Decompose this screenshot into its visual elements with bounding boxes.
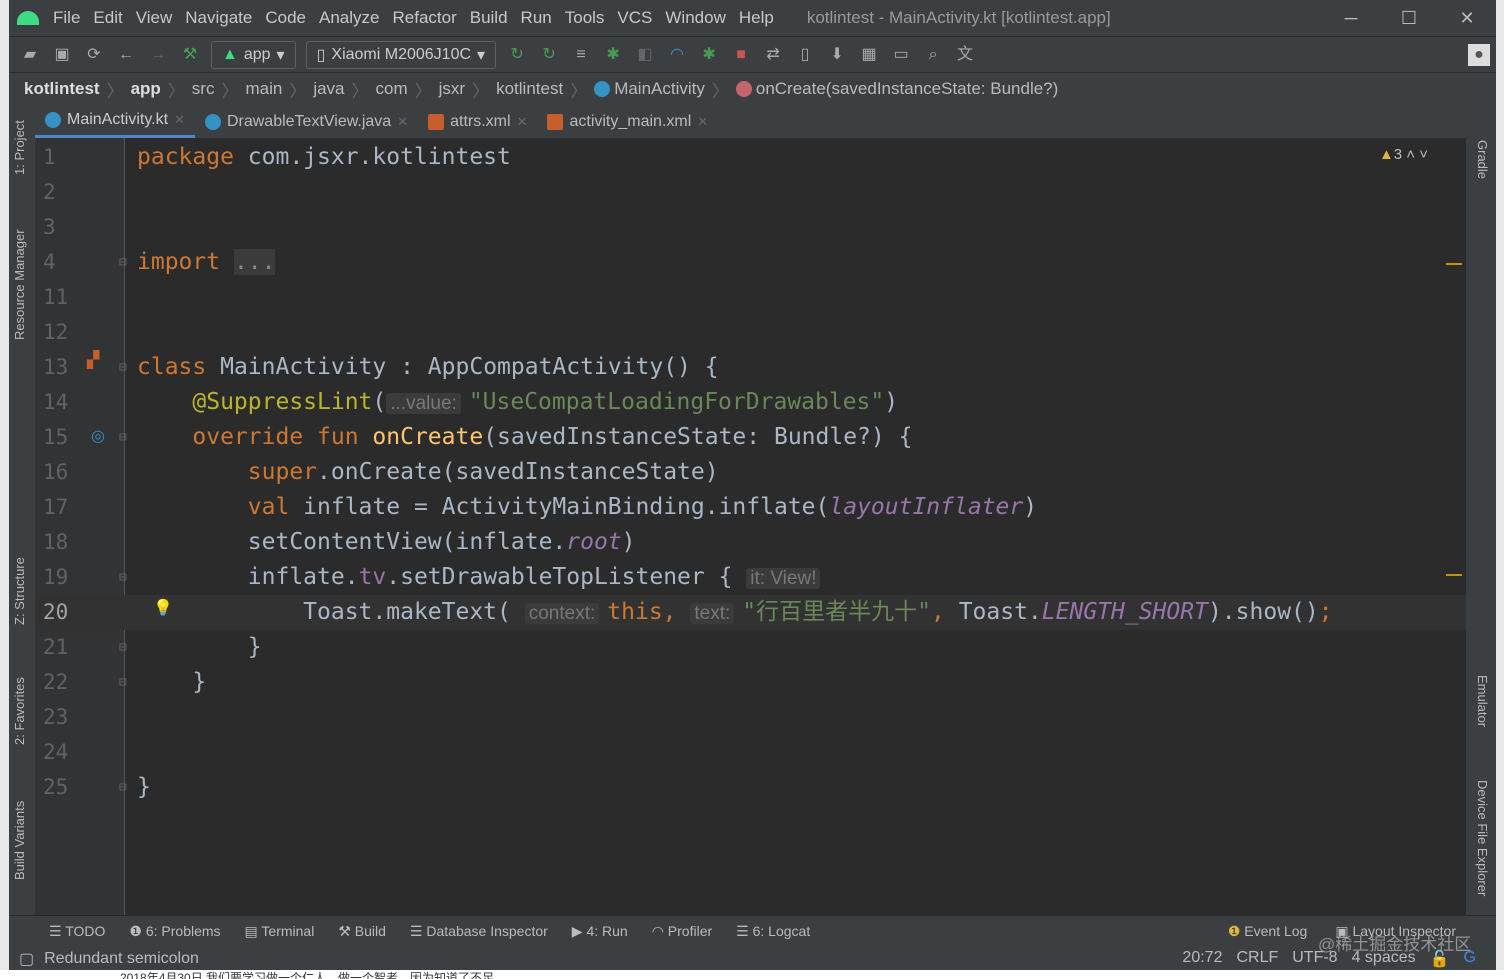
apply-changes-icon[interactable]: ↻ — [506, 44, 528, 66]
window-title: kotlintest - MainActivity.kt [kotlintest… — [806, 8, 1111, 27]
menu-vcs[interactable]: VCS — [617, 8, 652, 27]
maximize-button[interactable]: ☐ — [1380, 0, 1438, 36]
breadcrumb-item[interactable]: src — [192, 79, 215, 99]
attach-debugger-icon[interactable]: ✱ — [698, 44, 720, 66]
chevron-down-icon: ▾ — [276, 46, 285, 64]
menu-refactor[interactable]: Refactor — [392, 8, 456, 27]
search-icon[interactable]: ⌕ — [922, 44, 944, 66]
main-toolbar: ▰ ▣ ⟳ ← → ⚒ ▲ app ▾ ▯ Xiaomi M2006J10C ▾ ↻ ↻… — [9, 36, 1496, 73]
watermark: @稀土掘金技术社区 — [1318, 935, 1472, 954]
menu-view[interactable]: View — [136, 8, 173, 27]
breadcrumb-item[interactable]: com — [376, 79, 408, 99]
breadcrumb-item[interactable]: java — [313, 79, 344, 99]
breadcrumb-separator-icon: 〉 — [472, 81, 490, 101]
stop-icon[interactable]: ■ — [730, 44, 752, 66]
menu-bar: File Edit View Navigate Code Analyze Refactor B… — [53, 8, 787, 28]
android-icon: ▲ — [222, 45, 238, 63]
breadcrumb-separator-icon: 〉 — [414, 81, 432, 101]
kotlin-class-icon — [594, 81, 611, 97]
build-hammer-icon[interactable]: ⚒ — [179, 44, 201, 66]
menu-build[interactable]: Build — [470, 8, 508, 27]
breadcrumb-separator-icon: 〉 — [167, 81, 185, 101]
breadcrumb: kotlintest 〉 app 〉 src 〉 main 〉 java 〉 com 〉 jsxr 〉 ko… — [9, 73, 1496, 105]
breadcrumb-separator-icon: 〉 — [106, 81, 124, 101]
user-icon[interactable]: ● — [1468, 43, 1490, 66]
breadcrumb-item[interactable]: kotlintest — [496, 79, 563, 99]
breadcrumb-separator-icon: 〉 — [711, 81, 729, 101]
close-button[interactable]: ✕ — [1438, 0, 1496, 36]
phone-icon: ▯ — [316, 46, 326, 64]
layout-icon[interactable]: ▭ — [890, 44, 912, 66]
breadcrumb-item[interactable]: kotlintest — [24, 79, 100, 99]
apply-code-changes-icon[interactable]: ↻ — [538, 44, 560, 66]
translate-icon[interactable]: 文 — [954, 44, 976, 66]
chevron-down-icon: ▾ — [477, 46, 486, 64]
breadcrumb-item[interactable]: app — [131, 79, 161, 99]
sync-gradle-icon[interactable]: ⇄ — [762, 44, 784, 66]
save-icon[interactable]: ▣ — [51, 44, 73, 66]
menu-window[interactable]: Window — [665, 8, 725, 27]
breadcrumb-item[interactable]: MainActivity — [614, 79, 705, 99]
profile-icon[interactable]: ◠ — [666, 44, 688, 66]
project-structure-icon[interactable]: ▦ — [858, 44, 880, 66]
menu-navigate[interactable]: Navigate — [185, 8, 252, 27]
menu-run[interactable]: Run — [521, 8, 552, 27]
method-icon — [735, 81, 752, 97]
menu-help[interactable]: Help — [739, 8, 774, 27]
menu-edit[interactable]: Edit — [93, 8, 122, 27]
run-config-label: app — [243, 45, 271, 63]
breadcrumb-separator-icon: 〉 — [289, 81, 307, 101]
attach-icon[interactable]: ◧ — [634, 44, 656, 66]
ide-window: File Edit View Navigate Code Analyze Refactor B… — [9, 0, 1496, 970]
breadcrumb-item[interactable]: main — [245, 79, 282, 99]
minimize-button[interactable]: ─ — [1322, 0, 1380, 36]
device-select[interactable]: ▯ Xiaomi M2006J10C ▾ — [305, 40, 497, 69]
android-studio-logo-icon — [17, 11, 39, 25]
gradle-tasks-icon[interactable]: ≡ — [570, 44, 592, 66]
menu-analyze[interactable]: Analyze — [319, 8, 379, 27]
breadcrumb-separator-icon: 〉 — [351, 81, 369, 101]
open-folder-icon[interactable]: ▰ — [19, 44, 41, 66]
desktop-background-text: 2018年4月30日 我们要学习做一个仁人，做一个智者，因为知道了不足 — [0, 970, 1504, 979]
forward-icon[interactable]: → — [147, 44, 169, 66]
breadcrumb-item[interactable]: onCreate(savedInstanceState: Bundle?) — [756, 79, 1058, 99]
sync-icon[interactable]: ⟳ — [83, 44, 105, 66]
menu-tools[interactable]: Tools — [565, 8, 605, 27]
breadcrumb-item[interactable]: jsxr — [439, 79, 465, 99]
menu-code[interactable]: Code — [265, 8, 306, 27]
title-bar: File Edit View Navigate Code Analyze Refactor B… — [9, 0, 1496, 36]
avd-manager-icon[interactable]: ▯ — [794, 44, 816, 66]
run-config-select[interactable]: ▲ app ▾ — [211, 40, 296, 69]
breadcrumb-separator-icon: 〉 — [570, 81, 588, 101]
breadcrumb-separator-icon: 〉 — [221, 81, 239, 101]
debug-icon[interactable]: ✱ — [602, 44, 624, 66]
menu-file[interactable]: File — [53, 8, 80, 27]
back-icon[interactable]: ← — [115, 44, 137, 66]
device-label: Xiaomi M2006J10C — [331, 45, 472, 63]
sdk-manager-icon[interactable]: ⬇ — [826, 44, 848, 66]
